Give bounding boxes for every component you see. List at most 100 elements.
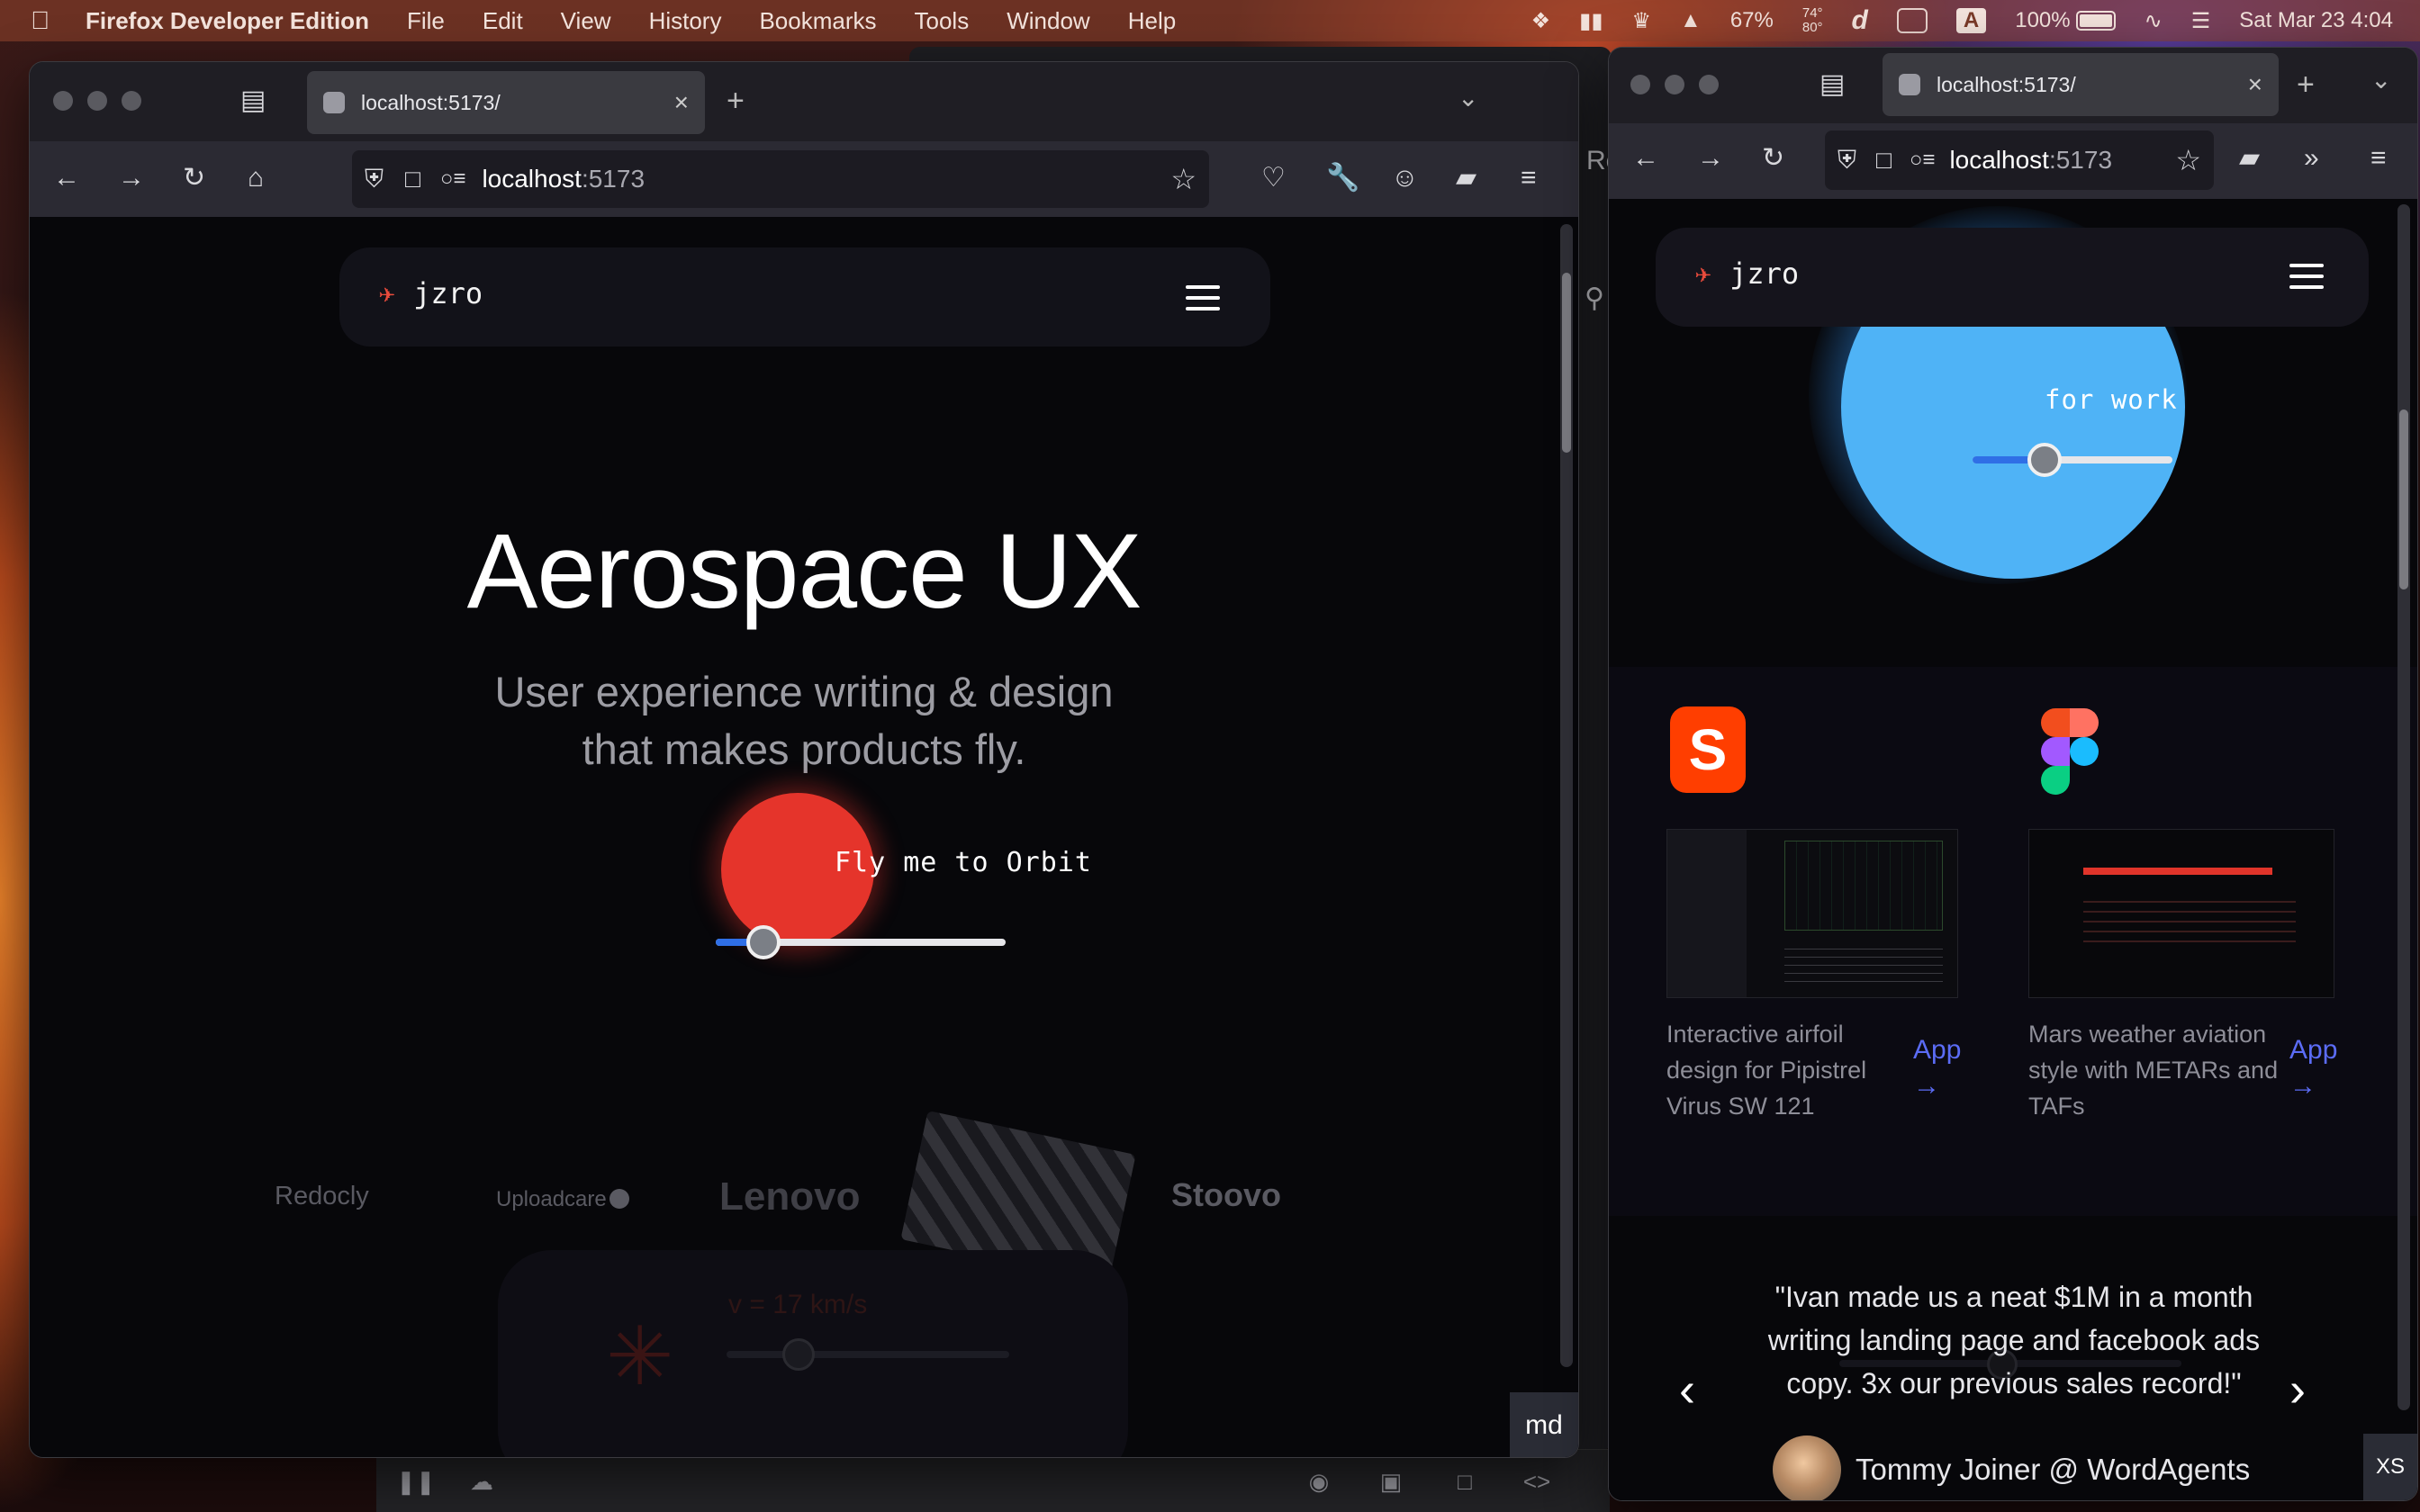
page-scrollbar[interactable] [1560, 224, 1573, 1367]
display-icon[interactable] [1896, 8, 1928, 33]
zoom-window-button[interactable] [122, 91, 141, 111]
menu-help[interactable]: Help [1128, 7, 1176, 35]
frame-icon[interactable]: □ [1449, 1468, 1480, 1495]
site-brand[interactable]: ✈ jzro [1695, 256, 1799, 291]
speed-slider-knob[interactable] [782, 1338, 815, 1371]
reload-icon[interactable]: ↻ [183, 165, 205, 192]
pocket-icon[interactable]: ♡ [1261, 165, 1286, 192]
back-icon[interactable]: ← [1632, 145, 1659, 172]
cat-status-icon[interactable]: ♛ [1632, 8, 1652, 34]
cpu-usage[interactable]: 67% [1730, 8, 1774, 33]
home-icon[interactable]: ⌂ [248, 165, 264, 192]
bookmark-star-icon[interactable]: ☆ [2175, 143, 2201, 177]
extensions-icon[interactable]: ▰ [2239, 145, 2260, 172]
page-info-icon[interactable]: □ [405, 165, 420, 194]
new-tab-icon[interactable]: + [727, 86, 745, 116]
menu-window[interactable]: Window [1007, 7, 1089, 35]
cta-slider[interactable] [716, 925, 1006, 959]
close-tab-icon[interactable]: × [2248, 70, 2262, 99]
hamburger-menu-icon[interactable] [2289, 264, 2324, 296]
speed-slider[interactable] [727, 1351, 1009, 1358]
scrollbar-thumb[interactable] [1562, 273, 1571, 453]
chevron-right-icon[interactable]: › [2289, 1365, 2306, 1414]
back-icon[interactable]: ← [53, 165, 80, 192]
wrench-icon[interactable]: 🔧 [1326, 165, 1359, 192]
menu-edit[interactable]: Edit [483, 7, 523, 35]
wifi-icon[interactable]: ∿ [2145, 8, 2163, 34]
url-bar[interactable]: ⛨ □ ○≡ localhost:5173 ☆ [1825, 130, 2214, 190]
tab-list-chevron-icon[interactable]: ⌄ [1458, 86, 1478, 111]
apple-menu-icon[interactable]:  [31, 6, 50, 35]
tab-overview-icon[interactable]: ▤ [1820, 71, 1845, 98]
bookmark-star-icon[interactable]: ☆ [1170, 162, 1196, 196]
code-icon[interactable]: <> [1522, 1468, 1552, 1495]
extensions-icon[interactable]: ▰ [1456, 165, 1476, 192]
page-viewport-left[interactable]: ✈ jzro Aerospace UX User experience writ… [30, 217, 1578, 1457]
temperature-readout[interactable]: 74° 80° [1802, 6, 1823, 35]
brand-name: jzro [1729, 256, 1800, 291]
work-slider-knob[interactable] [2027, 443, 2062, 477]
close-tab-icon[interactable]: × [674, 88, 689, 117]
tab-localhost[interactable]: localhost:5173/ × [1883, 53, 2279, 116]
menu-tools[interactable]: Tools [915, 7, 970, 35]
input-source-icon[interactable]: A [1955, 8, 1987, 33]
mars-app-link[interactable]: App → [2289, 1032, 2337, 1104]
minimize-window-button[interactable] [1665, 75, 1684, 94]
browser-window-right[interactable]: ▤ localhost:5173/ × + ⌄ ← → ↻ ⛨ □ ○≡ loc… [1608, 47, 2418, 1501]
cta-slider-knob[interactable] [746, 925, 781, 959]
forward-icon[interactable]: → [1697, 145, 1724, 172]
airfoil-app-thumbnail[interactable] [1666, 829, 1958, 998]
shield-icon[interactable]: ⛨ [365, 165, 384, 194]
image-icon[interactable]: ▣ [1376, 1468, 1406, 1495]
permissions-icon[interactable]: ○≡ [1910, 148, 1936, 173]
cloud-icon[interactable]: ☁ [466, 1468, 497, 1495]
cta-label[interactable]: Fly me to Orbit [835, 847, 1092, 878]
uploadcare-dot-icon [610, 1189, 629, 1209]
page-scrollbar[interactable] [2397, 204, 2410, 1410]
battery-status[interactable]: 100% [2015, 8, 2116, 33]
control-center-icon[interactable]: ☰ [2191, 8, 2211, 34]
stats-bars-icon[interactable]: ▮▮ [1579, 8, 1603, 34]
warning-status-icon[interactable]: ▲ [1680, 8, 1702, 33]
new-tab-icon[interactable]: + [2297, 69, 2315, 100]
airfoil-app-link[interactable]: App → [1913, 1032, 1961, 1104]
menubar-datetime[interactable]: Sat Mar 23 4:04 [2239, 8, 2393, 33]
scrollbar-thumb[interactable] [2399, 410, 2408, 590]
close-window-button[interactable] [1630, 75, 1650, 94]
overflow-menu-icon[interactable]: » [2304, 145, 2319, 172]
page-viewport-right[interactable]: for work ✈ jzro S Interactive airfoil de… [1609, 199, 2417, 1500]
figma-status-icon[interactable]: ❖ [1531, 8, 1551, 34]
hamburger-menu-icon[interactable] [1186, 285, 1220, 318]
work-slider[interactable] [1973, 443, 2172, 477]
d-app-icon[interactable]: d [1852, 5, 1868, 36]
menu-bookmarks[interactable]: Bookmarks [759, 7, 876, 35]
menu-file[interactable]: File [407, 7, 445, 35]
site-brand[interactable]: ✈ jzro [379, 276, 483, 310]
work-orb-label[interactable]: for work [2045, 384, 2178, 415]
chevron-left-icon[interactable]: ‹ [1679, 1365, 1695, 1414]
mars-weather-thumbnail[interactable] [2028, 829, 2334, 998]
pause-icon[interactable]: ❚❚ [396, 1468, 436, 1495]
url-host: localhost [1949, 146, 2049, 174]
forward-icon[interactable]: → [118, 165, 145, 192]
menu-history[interactable]: History [649, 7, 722, 35]
permissions-icon[interactable]: ○≡ [440, 166, 466, 192]
reload-icon[interactable]: ↻ [1762, 145, 1784, 172]
tab-list-chevron-icon[interactable]: ⌄ [2370, 68, 2391, 93]
app-name-menu[interactable]: Firefox Developer Edition [86, 7, 369, 35]
url-bar[interactable]: ⛨ □ ○≡ localhost:5173 ☆ [352, 150, 1209, 208]
zoom-window-button[interactable] [1699, 75, 1719, 94]
menu-view[interactable]: View [561, 7, 611, 35]
camera-icon[interactable]: ◉ [1304, 1468, 1334, 1495]
account-icon[interactable]: ☺ [1391, 165, 1419, 192]
nav-toolbar: ← → ↻ ⌂ ⛨ □ ○≡ localhost:5173 ☆ ♡ 🔧 ☺ ▰ … [30, 141, 1578, 217]
app-menu-icon[interactable]: ≡ [1521, 165, 1537, 192]
app-menu-icon[interactable]: ≡ [2370, 145, 2387, 172]
shield-icon[interactable]: ⛨ [1838, 146, 1856, 176]
close-window-button[interactable] [53, 91, 73, 111]
tab-overview-icon[interactable]: ▤ [240, 87, 266, 114]
browser-window-left[interactable]: ▤ localhost:5173/ × + ⌄ ← → ↻ ⌂ ⛨ □ ○≡ l… [29, 61, 1579, 1458]
tab-localhost[interactable]: localhost:5173/ × [307, 71, 705, 134]
minimize-window-button[interactable] [87, 91, 107, 111]
page-info-icon[interactable]: □ [1876, 146, 1892, 175]
